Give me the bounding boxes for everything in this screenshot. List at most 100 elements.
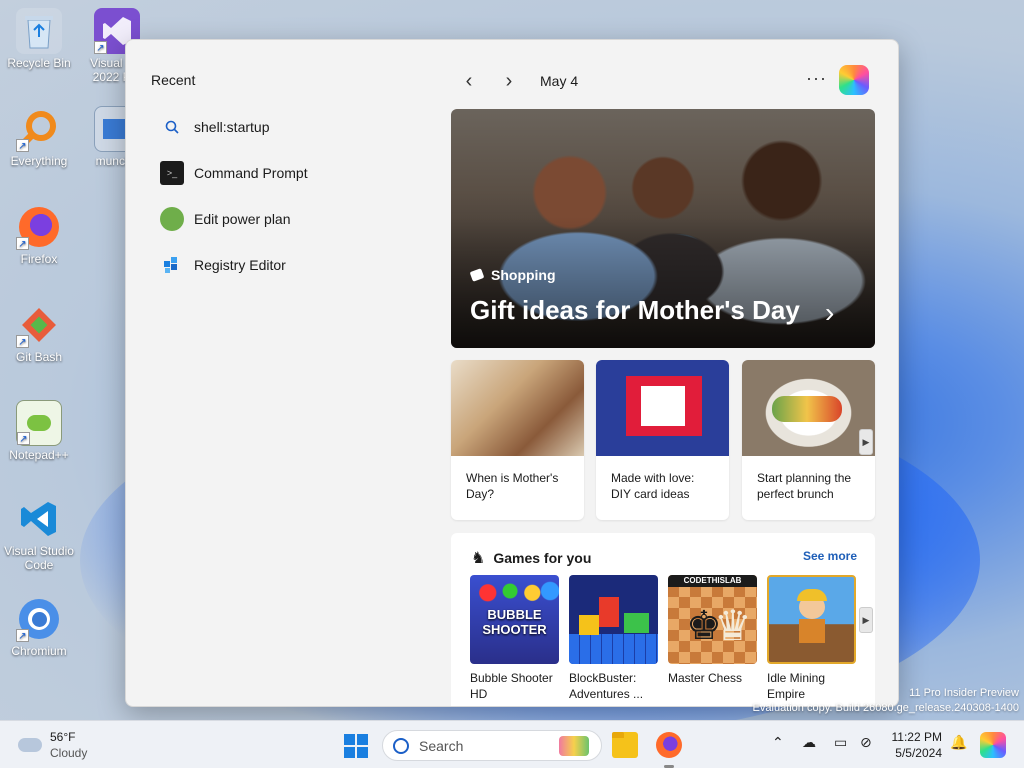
copilot-icon[interactable] [839, 65, 869, 95]
cloud-offline-icon[interactable]: ☁ [802, 734, 816, 751]
desktop-icon-label: Visual Studio Code [4, 544, 74, 572]
taskbar-search-box[interactable]: Search [382, 730, 602, 761]
see-more-link[interactable]: See more [803, 549, 857, 563]
chevron-right-icon[interactable]: › [496, 68, 522, 94]
recent-heading: Recent [151, 72, 196, 88]
hero-category: Shopping [469, 267, 556, 283]
everything-search-icon: ↗ [16, 106, 62, 152]
shortcut-arrow-icon: ↗ [16, 237, 29, 250]
game-tile-idle-mining[interactable]: Idle Mining Empire [767, 575, 856, 702]
weather-widget[interactable]: 56°F Cloudy [18, 729, 87, 761]
chevron-left-icon[interactable]: ‹ [456, 68, 482, 94]
desktop-icon-notepadpp[interactable]: ↗ Notepad++ [0, 400, 78, 462]
cloud-icon [18, 738, 42, 752]
registry-editor-icon [160, 253, 184, 277]
game-tile-master-chess[interactable]: CODETHISLAB ♚ ♛ Master Chess [668, 575, 757, 686]
hero-headline: Gift ideas for Mother's Day [470, 295, 800, 325]
desktop-icon-label: Firefox [20, 252, 58, 266]
game-logo: BUBBLE SHOOTER [482, 607, 547, 637]
tag-icon [469, 268, 485, 282]
game-name: Master Chess [668, 671, 743, 685]
notification-bell-icon[interactable]: 🔔 [950, 734, 967, 751]
command-prompt-icon: >_ [160, 161, 184, 185]
chevron-up-icon[interactable]: ⌃ [772, 734, 784, 751]
story-thumbnail [451, 360, 584, 456]
weather-temperature: 56°F [50, 730, 76, 744]
story-title: When is Mother's Day? [466, 471, 559, 501]
file-explorer-icon[interactable] [612, 732, 638, 758]
recent-list: shell:startup >_ Command Prompt Edit pow… [160, 104, 420, 288]
copilot-taskbar-icon[interactable] [980, 732, 1006, 758]
desktop-icon-git-bash[interactable]: ↗ Git Bash [0, 302, 78, 364]
story-title: Start planning the perfect brunch [757, 471, 852, 501]
chess-knight-icon: ♞ [471, 550, 486, 567]
story-card-brunch[interactable]: Start planning the perfect brunch [742, 360, 875, 520]
chevron-right-icon[interactable]: › [825, 297, 834, 329]
chess-queen-icon: ♛ [714, 602, 752, 649]
notepadpp-icon: ↗ [16, 400, 62, 446]
desktop-icon-vscode[interactable]: Visual Studio Code [0, 496, 78, 572]
desktop-icon-label: Chromium [11, 644, 67, 658]
game-thumbnail [569, 575, 658, 664]
desktop-icon-label: Git Bash [15, 350, 63, 364]
search-highlight-icon [559, 736, 589, 756]
game-name: Bubble Shooter HD [470, 671, 553, 701]
story-title: Made with love: DIY card ideas [611, 471, 695, 501]
vscode-icon [16, 496, 62, 542]
chromium-icon: ↗ [16, 596, 62, 642]
shortcut-arrow-icon: ↗ [94, 41, 107, 54]
story-card-mothers-day[interactable]: When is Mother's Day? [451, 360, 584, 520]
game-tile-blockbuster[interactable]: BlockBuster: Adventures ... [569, 575, 658, 702]
hero-story-card[interactable]: Shopping Gift ideas for Mother's Day › [451, 109, 875, 348]
game-tile-bubble-shooter[interactable]: BUBBLE SHOOTER Bubble Shooter HD [470, 575, 559, 702]
date-navigation: ‹ › May 4 [456, 68, 578, 94]
scroll-right-button[interactable]: ▶ [859, 429, 873, 455]
games-section: ♞ Games for you See more BUBBLE SHOOTER … [451, 533, 875, 706]
clock-date: 5/5/2024 [895, 746, 942, 760]
git-bash-icon: ↗ [16, 302, 62, 348]
recent-item-command-prompt[interactable]: >_ Command Prompt [160, 150, 420, 196]
recent-item-label: Edit power plan [194, 211, 291, 227]
story-thumbnail [596, 360, 729, 456]
firefox-icon: ↗ [16, 204, 62, 250]
recent-item-label: Registry Editor [194, 257, 286, 273]
recycle-bin-icon [16, 8, 62, 54]
desktop-icon-label: Recycle Bin [7, 56, 71, 70]
desktop-icon-everything[interactable]: ↗ Everything [0, 106, 78, 168]
start-panel: Recent shell:startup >_ Command Prompt E… [125, 39, 899, 707]
shortcut-arrow-icon: ↗ [16, 629, 29, 642]
game-thumbnail: CODETHISLAB ♚ ♛ [668, 575, 757, 664]
desktop-icon-chromium[interactable]: ↗ Chromium [0, 596, 78, 658]
start-button[interactable] [344, 734, 368, 758]
scroll-right-button[interactable]: ▶ [859, 607, 873, 633]
game-thumbnail: BUBBLE SHOOTER [470, 575, 559, 664]
desktop-icon-firefox[interactable]: ↗ Firefox [0, 204, 78, 266]
game-thumbnail [767, 575, 856, 664]
recent-item-label: shell:startup [194, 119, 270, 135]
shortcut-arrow-icon: ↗ [17, 432, 30, 445]
system-clock[interactable]: 11:22 PM 5/5/2024 [862, 729, 942, 761]
firefox-taskbar-icon[interactable] [656, 732, 682, 758]
taskbar: 56°F Cloudy Search ⌃ ☁ ▭ ⊘ 11:22 PM 5/5/… [0, 720, 1024, 768]
shortcut-arrow-icon: ↗ [16, 335, 29, 348]
weather-condition: Cloudy [50, 746, 88, 760]
games-heading: ♞ Games for you [471, 550, 592, 567]
power-plan-icon [160, 207, 184, 231]
desktop-icon-label: Everything [10, 154, 68, 168]
search-icon [160, 115, 184, 139]
search-icon [393, 737, 409, 754]
desktop-icon-recycle-bin[interactable]: Recycle Bin [0, 8, 78, 70]
recent-item-label: Command Prompt [194, 165, 308, 181]
story-thumbnail [742, 360, 875, 456]
recent-item-registry-editor[interactable]: Registry Editor [160, 242, 420, 288]
feed-date: May 4 [540, 73, 579, 89]
desktop-icon-label: Notepad++ [9, 448, 69, 462]
recent-item-edit-power-plan[interactable]: Edit power plan [160, 196, 420, 242]
story-card-diy-card[interactable]: Made with love: DIY card ideas [596, 360, 729, 520]
display-icon[interactable]: ▭ [834, 734, 847, 751]
search-placeholder: Search [419, 737, 464, 754]
shortcut-arrow-icon: ↗ [16, 139, 29, 152]
more-options-button[interactable]: ··· [806, 68, 827, 89]
game-logo: CODETHISLAB [668, 575, 757, 587]
recent-item-shell-startup[interactable]: shell:startup [160, 104, 420, 150]
